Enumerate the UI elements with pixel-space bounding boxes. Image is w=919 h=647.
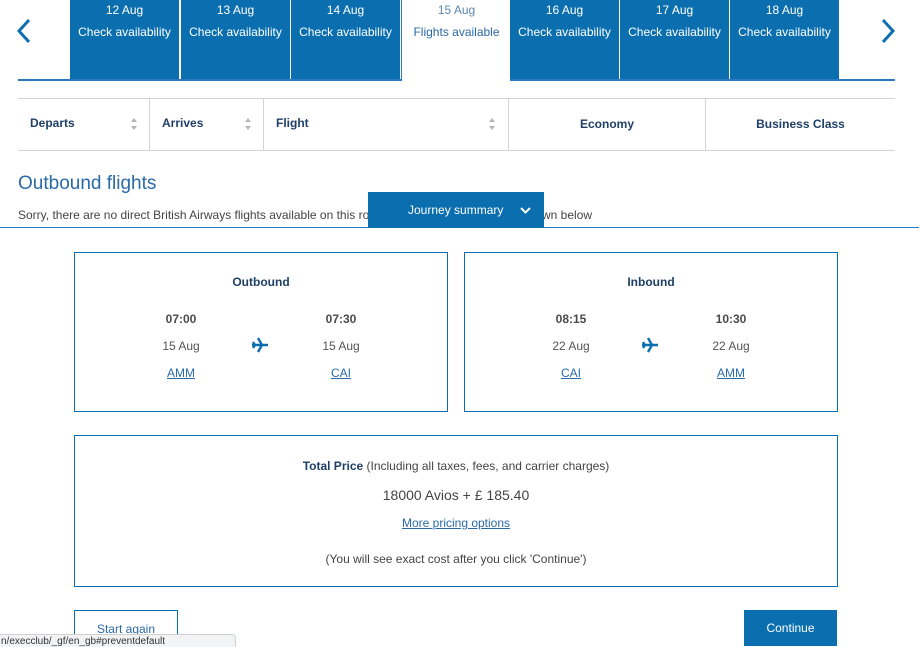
date-tab-status: Check availability bbox=[738, 25, 831, 39]
journey-summary-toggle[interactable]: Journey summary bbox=[368, 192, 544, 228]
outbound-card: Outbound 07:00 15 Aug AMM 07:30 15 Aug C… bbox=[74, 252, 448, 412]
inbound-card: Inbound 08:15 22 Aug CAI 10:30 22 Aug AM… bbox=[464, 252, 838, 412]
total-price-value: 18000 Avios + £ 185.40 bbox=[382, 487, 530, 503]
chevron-right-icon bbox=[881, 18, 896, 44]
departure-airport-link[interactable]: CAI bbox=[531, 366, 611, 380]
sort-arrives-header[interactable]: Arrives bbox=[150, 99, 264, 150]
date-tab-status: Check availability bbox=[78, 25, 171, 39]
date-tab-14-aug[interactable]: 14 Aug Check availability bbox=[291, 0, 400, 81]
date-tab-12-aug[interactable]: 12 Aug Check availability bbox=[70, 0, 179, 81]
more-pricing-wrapper: More pricing options bbox=[75, 516, 837, 530]
date-strip-underline-right bbox=[510, 79, 895, 81]
more-pricing-options-link[interactable]: More pricing options bbox=[402, 516, 510, 530]
total-price-card: Total Price (Including all taxes, fees, … bbox=[74, 435, 838, 587]
departure-time: 07:00 bbox=[165, 312, 197, 326]
date-tab-date: 15 Aug bbox=[437, 3, 476, 17]
card-title: Outbound bbox=[232, 275, 290, 289]
business-class-header: Business Class bbox=[706, 99, 895, 150]
economy-header: Economy bbox=[509, 99, 706, 150]
card-title: Inbound bbox=[627, 275, 675, 289]
date-tab-status: Check availability bbox=[628, 25, 721, 39]
date-tab-date: 16 Aug bbox=[545, 3, 584, 17]
date-tab-18-aug[interactable]: 18 Aug Check availability bbox=[730, 0, 839, 81]
flight-selection-page: 12 Aug Check availability 13 Aug Check a… bbox=[0, 0, 919, 647]
departure-date: 22 Aug bbox=[552, 339, 590, 353]
departure-time: 08:15 bbox=[555, 312, 587, 326]
arrival-date: 15 Aug bbox=[322, 339, 360, 353]
date-tab-13-aug[interactable]: 13 Aug Check availability bbox=[181, 0, 290, 81]
section-title: Outbound flights bbox=[18, 173, 157, 194]
date-tab-status: Check availability bbox=[189, 25, 282, 39]
results-column-headers: Departs Arrives Flight Economy Business … bbox=[18, 98, 895, 151]
column-label: Business Class bbox=[756, 117, 845, 131]
chevron-left-icon bbox=[16, 18, 31, 44]
date-tab-15-aug[interactable]: 15 Aug Flights available bbox=[401, 0, 512, 81]
arrival-airport-link[interactable]: AMM bbox=[691, 366, 771, 380]
date-tab-date: 18 Aug bbox=[765, 3, 804, 17]
departure-airport-link[interactable]: AMM bbox=[141, 366, 221, 380]
journey-summary-label: Journey summary bbox=[408, 203, 504, 217]
sort-departs-header[interactable]: Departs bbox=[18, 99, 150, 150]
column-label: Flight bbox=[276, 116, 309, 130]
no-direct-flights-notice: Sorry, there are no direct British Airwa… bbox=[18, 208, 592, 222]
date-tab-16-aug[interactable]: 16 Aug Check availability bbox=[510, 0, 619, 81]
column-label: Economy bbox=[579, 117, 634, 131]
arrival-airport-link[interactable]: CAI bbox=[301, 366, 381, 380]
plane-icon bbox=[252, 337, 268, 353]
total-price-heading: Total Price (Including all taxes, fees, … bbox=[75, 459, 837, 473]
total-price-qualifier: (Including all taxes, fees, and carrier … bbox=[363, 459, 610, 473]
prev-dates-button[interactable] bbox=[14, 14, 34, 48]
notice-text-right: wn below bbox=[542, 208, 593, 222]
continue-button[interactable]: Continue bbox=[744, 610, 837, 646]
departure-date: 15 Aug bbox=[162, 339, 200, 353]
date-tab-date: 12 Aug bbox=[105, 3, 144, 17]
notice-text-left: Sorry, there are no direct British Airwa… bbox=[18, 208, 370, 222]
browser-status-bar: n/execclub/_gf/en_gb#preventdefault bbox=[0, 634, 236, 647]
total-price-label: Total Price bbox=[302, 459, 364, 473]
date-tab-date: 13 Aug bbox=[216, 3, 255, 17]
date-tab-status: Check availability bbox=[518, 25, 611, 39]
continue-label: Continue bbox=[766, 621, 815, 635]
sort-icon bbox=[131, 118, 137, 130]
column-label: Departs bbox=[30, 116, 75, 130]
date-strip-underline-left bbox=[18, 79, 401, 81]
chevron-down-icon bbox=[520, 207, 531, 214]
sort-flight-header[interactable]: Flight bbox=[264, 99, 509, 150]
arrival-date: 22 Aug bbox=[712, 339, 750, 353]
sort-icon bbox=[489, 118, 495, 130]
plane-icon bbox=[642, 337, 658, 353]
date-tab-status: Check availability bbox=[299, 25, 392, 39]
arrival-time: 10:30 bbox=[715, 312, 747, 326]
date-tab-17-aug[interactable]: 17 Aug Check availability bbox=[620, 0, 729, 81]
price-note: (You will see exact cost after you click… bbox=[325, 552, 587, 566]
column-label: Arrives bbox=[162, 116, 204, 130]
arrival-time: 07:30 bbox=[325, 312, 357, 326]
sort-icon bbox=[245, 118, 251, 130]
date-tab-date: 14 Aug bbox=[326, 3, 365, 17]
date-tab-status: Flights available bbox=[413, 25, 500, 39]
date-tab-date: 17 Aug bbox=[655, 3, 694, 17]
next-dates-button[interactable] bbox=[878, 14, 898, 48]
